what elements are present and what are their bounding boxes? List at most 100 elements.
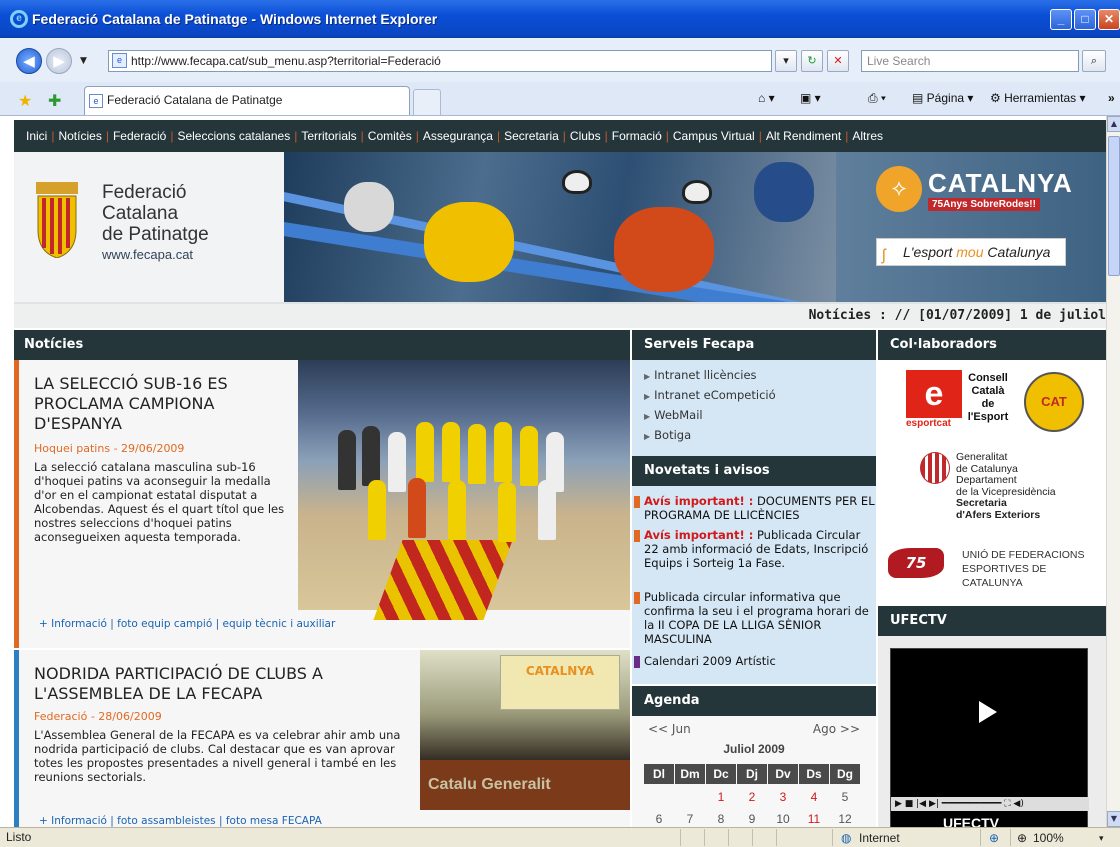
close-button[interactable]: ✕ (1098, 9, 1120, 30)
play-icon[interactable] (979, 701, 997, 723)
nav-item[interactable]: Alt Rendiment (766, 129, 841, 143)
scroll-thumb[interactable] (1108, 136, 1120, 276)
calendar-day[interactable]: 4 (799, 790, 829, 804)
service-item[interactable]: ▶ WebMail (644, 408, 703, 422)
nav-item[interactable]: Territorials (301, 129, 356, 143)
nav-item[interactable]: Notícies (58, 129, 101, 143)
federation-url: www.fecapa.cat (102, 247, 194, 262)
calendar-day[interactable]: 3 (768, 790, 798, 804)
nav-item[interactable]: Federació (113, 129, 166, 143)
calendar-day[interactable]: 11 (799, 812, 829, 826)
calendar-day[interactable]: 2 (737, 790, 767, 804)
history-dropdown-icon[interactable]: ▼ (80, 56, 87, 66)
novetat-item[interactable]: Avís important! : DOCUMENTS PER EL PROGR… (632, 494, 876, 522)
home-icon[interactable]: ⌂ ▾ (758, 91, 775, 105)
search-input[interactable]: Live Search (861, 50, 1079, 72)
orange-marker (634, 496, 640, 508)
protected-mode-icon[interactable]: ⊕ (989, 829, 999, 847)
alert-label: Avís important! : (644, 494, 754, 508)
scroll-up-icon[interactable]: ▲ (1107, 116, 1120, 132)
calendar-day[interactable]: 1 (706, 790, 736, 804)
stop-icon[interactable]: ✕ (827, 50, 849, 72)
calendar-day[interactable]: 6 (644, 812, 674, 826)
article-links[interactable]: + Informació | foto equip campió | equip… (39, 618, 335, 630)
service-item[interactable]: ▶ Botiga (644, 428, 691, 442)
service-item[interactable]: ▶ Intranet eCompetició (644, 388, 776, 402)
novetat-item[interactable]: Publicada circular informativa que confi… (632, 590, 876, 646)
nav-item[interactable]: Altres (852, 129, 883, 143)
scroll-down-icon[interactable]: ▼ (1107, 811, 1120, 827)
generalitat-symbol-icon (920, 452, 950, 484)
fed-name-line2: Catalana (102, 203, 179, 224)
tab-bar: ★ ✚ e Federació Catalana de Patinatge ⌂ … (0, 82, 1120, 116)
favorites-star-icon[interactable]: ★ (18, 91, 32, 110)
nav-item[interactable]: Assegurança (423, 129, 493, 143)
catalunya-logo: ⟡ CATALNYA 75Anys SobreRodes!! (876, 166, 1072, 218)
nav-item[interactable]: Inici (26, 129, 47, 143)
calendar-day[interactable]: 10 (768, 812, 798, 826)
calendar-day[interactable]: 12 (830, 812, 860, 826)
news-ticker[interactable]: Notícies : // [01/07/2009] 1 de juliol (14, 302, 1106, 328)
forward-button[interactable]: ▶ (46, 48, 72, 74)
more-chevron-icon[interactable]: » (1108, 91, 1115, 105)
novetat-item[interactable]: Calendari 2009 Artístic (632, 654, 876, 668)
refresh-icon[interactable]: ↻ (801, 50, 823, 72)
calendar-day[interactable]: 7 (675, 812, 705, 826)
esport-mou-catalunya-logo[interactable]: ʃ L'esport mou Catalunya (876, 238, 1066, 266)
minimize-button[interactable]: _ (1050, 9, 1072, 30)
tab-fecapa[interactable]: e Federació Catalana de Patinatge (84, 86, 410, 115)
assembly-photo[interactable]: CATALNYA Catalu Generalit (420, 650, 630, 810)
service-label: Intranet llicències (654, 368, 757, 382)
page-menu[interactable]: ▤ Página ▾ (912, 91, 973, 105)
calendar-day[interactable]: 5 (830, 790, 860, 804)
next-month-link[interactable]: Ago >> (813, 722, 860, 736)
address-dropdown-icon[interactable]: ▾ (775, 50, 797, 72)
ufectv-panel: ▶ ■ |◀ ▶| ━━━━━━━━━━━ ⛶ ◀) UFECTV (878, 636, 1106, 827)
address-text: http://www.fecapa.cat/sub_menu.asp?terri… (131, 54, 441, 68)
nav-item[interactable]: Seleccions catalanes (177, 129, 290, 143)
calendar-month: Juliol 2009 (723, 742, 785, 756)
nav-item[interactable]: Campus Virtual (673, 129, 755, 143)
ufectv-header: UFECTV (878, 606, 1106, 636)
consell-catala-logo[interactable]: e esportcat Consell Català de l'Esport C… (906, 370, 1086, 436)
zoom-dropdown-icon[interactable]: ▾ (1099, 829, 1104, 847)
catalunya-sobre-rodes-banner[interactable]: ⟡ CATALNYA 75Anys SobreRodes!! ʃ L'espor… (836, 152, 1106, 302)
zoom-level[interactable]: 100% (1033, 829, 1064, 847)
nav-item[interactable]: Comitès (368, 129, 412, 143)
previous-month-link[interactable]: << Jun (648, 722, 691, 736)
nav-item[interactable]: Clubs (570, 129, 601, 143)
nav-item[interactable]: Secretaria (504, 129, 559, 143)
nav-item[interactable]: Formació (612, 129, 662, 143)
print-icon[interactable]: ⎙ ▾ (868, 91, 886, 106)
novetat-item[interactable]: Avís important! : Publicada Circular 22 … (632, 528, 876, 570)
maximize-button[interactable]: □ (1074, 9, 1096, 30)
calendar-day[interactable]: 9 (737, 812, 767, 826)
team-photo[interactable] (298, 360, 630, 620)
calendar-day-header: Ds (799, 764, 829, 784)
address-bar[interactable]: e http://www.fecapa.cat/sub_menu.asp?ter… (108, 50, 772, 72)
new-tab-button[interactable] (413, 89, 441, 115)
tools-menu[interactable]: ⚙ Herramientas ▾ (990, 91, 1085, 105)
back-button[interactable]: ◀ (16, 48, 42, 74)
feeds-icon[interactable]: ▣ ▾ (800, 91, 821, 105)
site-banner: Federació Catalana de Patinatge www.feca… (14, 152, 1106, 302)
vertical-scrollbar[interactable]: ▲ ▼ (1106, 116, 1120, 827)
federation-logo-area[interactable]: Federació Catalana de Patinatge www.feca… (14, 152, 284, 302)
article-links[interactable]: + Informació | foto assambleistes | foto… (39, 815, 322, 827)
ie-icon: e (10, 10, 28, 28)
service-item[interactable]: ▶ Intranet llicències (644, 368, 757, 382)
nav-separator: | (496, 129, 501, 143)
article-category: Hoquei patins - 29/06/2009 (34, 442, 185, 455)
add-favorites-icon[interactable]: ✚ (48, 91, 61, 110)
nav-separator: | (845, 129, 849, 143)
article-title[interactable]: LA SELECCIÓ SUB-16 ES PROCLAMA CAMPIONA … (34, 374, 274, 434)
search-icon[interactable]: ⌕ (1082, 50, 1106, 72)
calendar-day-header: Dg (830, 764, 860, 784)
generalitat-logo[interactable]: Generalitat de Catalunya Departament de … (920, 451, 1100, 522)
article-title[interactable]: NODRIDA PARTICIPACIÓ DE CLUBS A L'ASSEMB… (34, 664, 374, 704)
zoom-icon[interactable]: ⊕ (1017, 829, 1027, 847)
ufec-logo[interactable]: 75 UNIÓ DE FEDERACIONS ESPORTIVES DE CAT… (888, 546, 1098, 589)
player-controls[interactable]: ▶ ■ |◀ ▶| ━━━━━━━━━━━ ⛶ ◀) (891, 797, 1089, 811)
calendar-day[interactable]: 8 (706, 812, 736, 826)
video-player[interactable]: ▶ ■ |◀ ▶| ━━━━━━━━━━━ ⛶ ◀) UFECTV (890, 648, 1089, 827)
